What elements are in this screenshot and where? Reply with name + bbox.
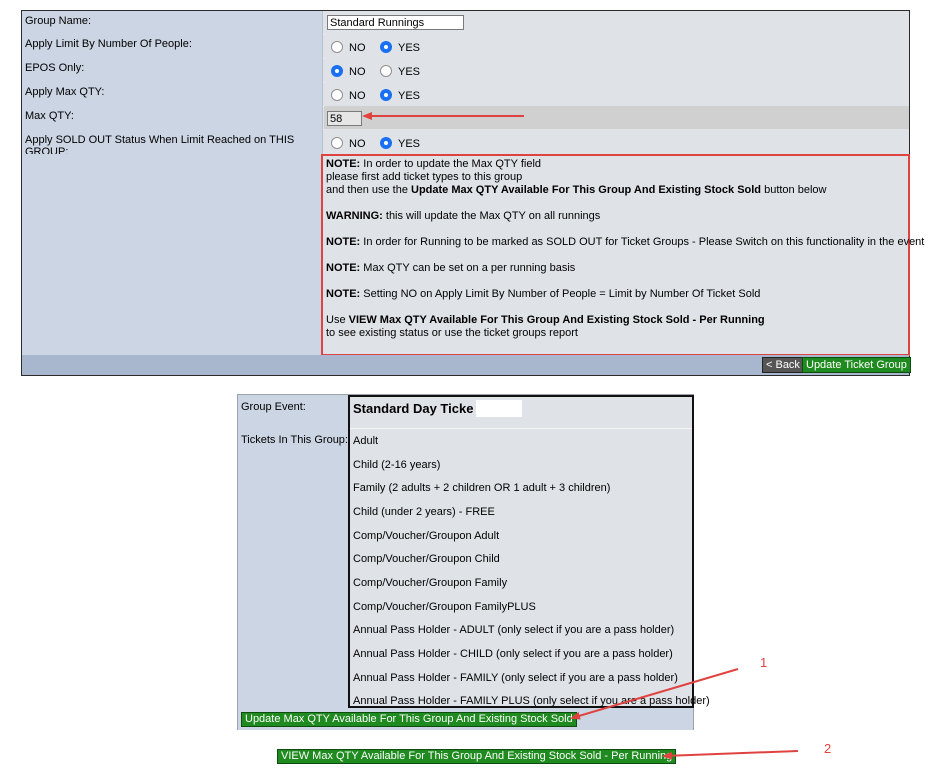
arrow-1: [570, 668, 739, 720]
annotation-arrows: [362, 112, 799, 760]
annotation-marker-2: 2: [824, 741, 832, 756]
annotation-marker-1: 1: [760, 655, 768, 670]
arrow-2: [662, 750, 799, 760]
